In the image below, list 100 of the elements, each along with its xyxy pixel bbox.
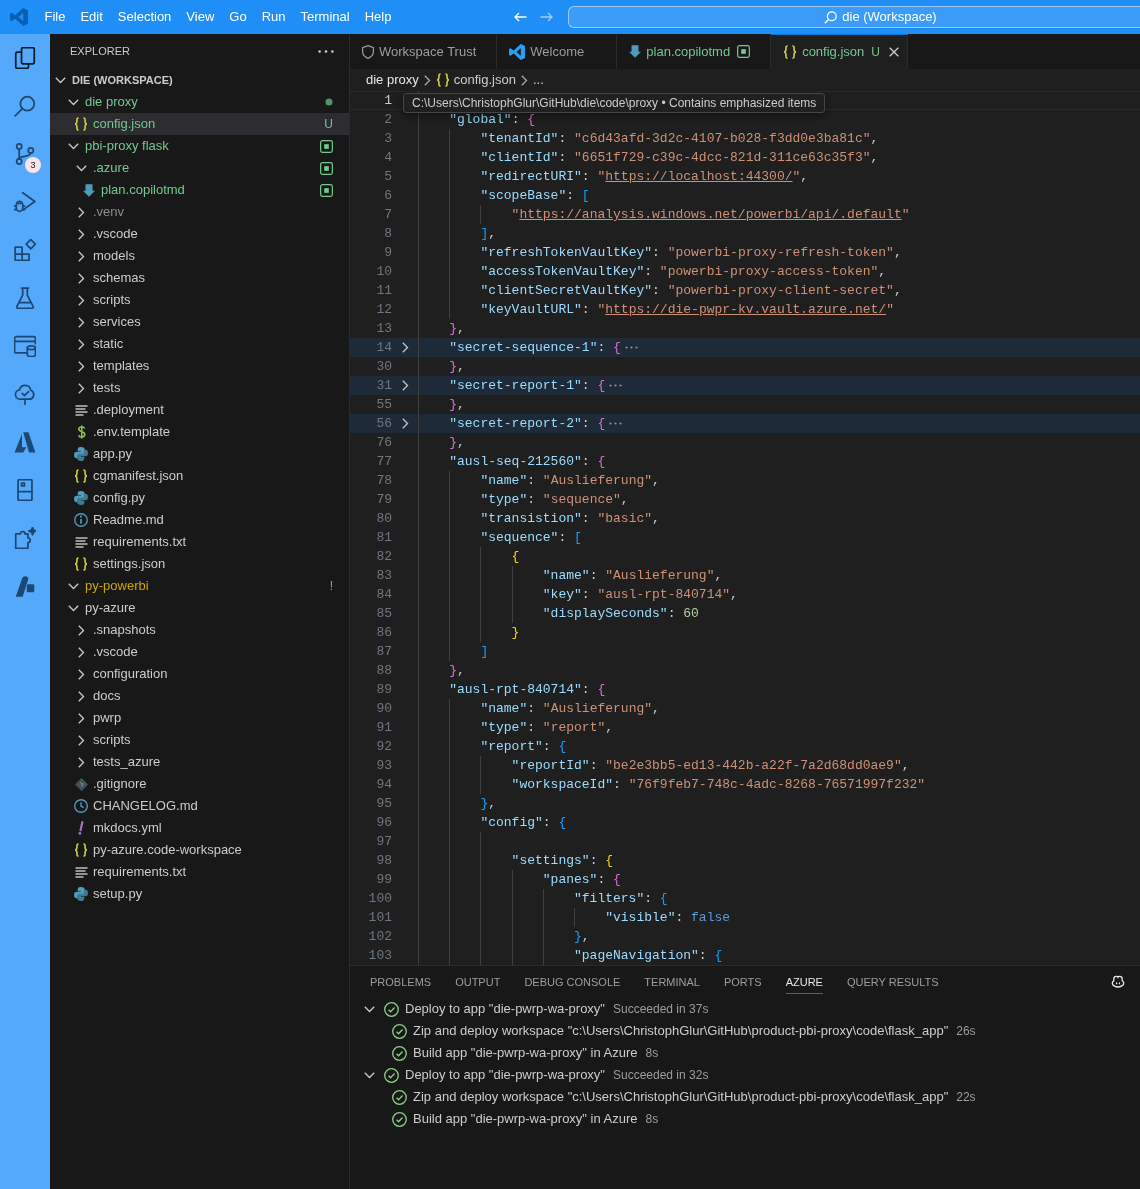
fold-ellipsis-icon[interactable]	[609, 384, 623, 387]
goggles-face-icon[interactable]	[1110, 975, 1126, 989]
tree-item[interactable]: .deployment	[50, 399, 349, 421]
tree-item[interactable]: py-azure.code-workspace	[50, 839, 349, 861]
tree-item[interactable]: tests_azure	[50, 751, 349, 773]
chevron-right-icon[interactable]	[77, 382, 85, 394]
chevron-right-icon[interactable]	[77, 734, 85, 746]
triangle-logo-icon[interactable]	[14, 431, 36, 453]
fold-ellipsis-icon[interactable]	[609, 422, 623, 425]
task-item[interactable]: Zip and deploy workspace "c:\Users\ChristophGlur\GitHub\product-pbi-proxy\code\flask_app" 22s	[350, 1086, 1140, 1108]
tree-item[interactable]: cgmanifest.json	[50, 465, 349, 487]
tree-item[interactable]: plan.copilotmd	[50, 179, 349, 201]
chevron-down-icon[interactable]	[67, 604, 79, 612]
chevron-down-icon[interactable]	[363, 1005, 375, 1013]
tree-item[interactable]: services	[50, 311, 349, 333]
fold-chevron-icon[interactable]	[401, 380, 409, 391]
close-icon[interactable]	[888, 47, 899, 57]
tree-item[interactable]: py-powerbi !	[50, 575, 349, 597]
section-header[interactable]: DIE (WORKSPACE)	[50, 69, 349, 91]
task-item[interactable]: Build app "die-pwrp-wa-proxy" in Azure 8s	[350, 1108, 1140, 1130]
panel-tab[interactable]: PORTS	[723, 970, 762, 994]
chevron-down-icon[interactable]	[67, 142, 79, 150]
task-item[interactable]: Build app "die-pwrp-wa-proxy" in Azure 8s	[350, 1042, 1140, 1064]
tree-item[interactable]: .azure	[50, 157, 349, 179]
tree-item[interactable]: schemas	[50, 267, 349, 289]
tree-item[interactable]: .vscode	[50, 223, 349, 245]
breadcrumb-item[interactable]: config.json	[435, 70, 516, 90]
blocks-icon[interactable]	[14, 239, 36, 261]
tree-item[interactable]: .env.template	[50, 421, 349, 443]
chevron-right-icon[interactable]	[77, 250, 85, 262]
task-item[interactable]: Deploy to app "die-pwrp-wa-proxy" Succeeded in 37s	[350, 998, 1140, 1020]
chevron-right-icon[interactable]	[77, 272, 85, 284]
panel-tab[interactable]: QUERY RESULTS	[846, 970, 939, 994]
tree-item[interactable]: static	[50, 333, 349, 355]
tree-item[interactable]: models	[50, 245, 349, 267]
tree-item[interactable]: templates	[50, 355, 349, 377]
chevron-down-icon[interactable]	[363, 1071, 375, 1079]
tree-item[interactable]: .vscode	[50, 641, 349, 663]
blade-logo-icon[interactable]	[14, 575, 36, 597]
down-arrow-icon	[83, 183, 95, 197]
tree-item[interactable]: .gitignore	[50, 773, 349, 795]
search-icon[interactable]	[14, 95, 36, 117]
chevron-down-icon[interactable]	[67, 582, 79, 590]
tree-item[interactable]: settings.json	[50, 553, 349, 575]
chevron-right-icon[interactable]	[77, 206, 85, 218]
chevron-right-icon[interactable]	[77, 646, 85, 658]
chevron-right-icon[interactable]	[77, 712, 85, 724]
chevron-right-icon[interactable]	[77, 360, 85, 372]
chevron-right-icon[interactable]	[77, 756, 85, 768]
panel-tab[interactable]: TERMINAL	[644, 970, 700, 994]
tree-item[interactable]: pbi-proxy flask	[50, 135, 349, 157]
chevron-right-icon[interactable]	[77, 690, 85, 702]
tree-item[interactable]: requirements.txt	[50, 861, 349, 883]
chevron-right-icon[interactable]	[77, 668, 85, 680]
flask-icon[interactable]	[14, 287, 36, 309]
puzzle-sparkle-icon[interactable]	[14, 527, 36, 549]
panel-tab[interactable]: PROBLEMS	[370, 970, 432, 994]
code-line: "type": "sequence",	[480, 491, 629, 509]
tree-item[interactable]: .snapshots	[50, 619, 349, 641]
tree-item[interactable]: config.json U	[50, 113, 349, 135]
tree-item[interactable]: .venv	[50, 201, 349, 223]
tree-item[interactable]: docs	[50, 685, 349, 707]
tree-item[interactable]: tests	[50, 377, 349, 399]
chevron-right-icon[interactable]	[77, 294, 85, 306]
chevron-down-icon[interactable]	[75, 164, 87, 172]
tree-item[interactable]: scripts	[50, 289, 349, 311]
files-icon[interactable]	[14, 47, 36, 69]
tree-item[interactable]: config.py	[50, 487, 349, 509]
chevron-right-icon[interactable]	[77, 338, 85, 350]
task-item[interactable]: Zip and deploy workspace "c:\Users\ChristophGlur\GitHub\product-pbi-proxy\code\flask_app" 26s	[350, 1020, 1140, 1042]
tree-item[interactable]: app.py	[50, 443, 349, 465]
tree-item[interactable]: CHANGELOG.md	[50, 795, 349, 817]
tree-item[interactable]: pwrp	[50, 707, 349, 729]
tree-item[interactable]: requirements.txt	[50, 531, 349, 553]
chevron-right-icon[interactable]	[77, 228, 85, 240]
tree-item[interactable]: mkdocs.yml	[50, 817, 349, 839]
window-database-icon[interactable]	[14, 335, 36, 357]
tree-item[interactable]: Readme.md	[50, 509, 349, 531]
tree-item[interactable]: die proxy	[50, 91, 349, 113]
more-icon[interactable]	[318, 50, 334, 53]
fold-ellipsis-icon[interactable]	[624, 346, 638, 349]
tree-item[interactable]: configuration	[50, 663, 349, 685]
panel-tab[interactable]: OUTPUT	[455, 970, 501, 994]
fold-chevron-icon[interactable]	[401, 418, 409, 429]
breadcrumb-item[interactable]: ...	[532, 70, 544, 90]
tree-item[interactable]: py-azure	[50, 597, 349, 619]
tree-item[interactable]: setup.py	[50, 883, 349, 905]
panel-icon[interactable]	[14, 479, 36, 501]
bug-play-icon[interactable]	[14, 191, 36, 213]
chevron-right-icon[interactable]	[77, 316, 85, 328]
task-item[interactable]: Deploy to app "die-pwrp-wa-proxy" Succeeded in 32s	[350, 1064, 1140, 1086]
panel-tab[interactable]: AZURE	[785, 970, 823, 994]
breadcrumb-item[interactable]: die proxy	[366, 70, 419, 90]
tree-item[interactable]: scripts	[50, 729, 349, 751]
editor-tab[interactable]: config.json U	[771, 34, 908, 69]
chevron-right-icon[interactable]	[77, 624, 85, 636]
fold-chevron-icon[interactable]	[401, 342, 409, 353]
panel-tab[interactable]: DEBUG CONSOLE	[524, 970, 621, 994]
tree-check-icon[interactable]	[14, 383, 36, 405]
chevron-down-icon[interactable]	[67, 98, 79, 106]
